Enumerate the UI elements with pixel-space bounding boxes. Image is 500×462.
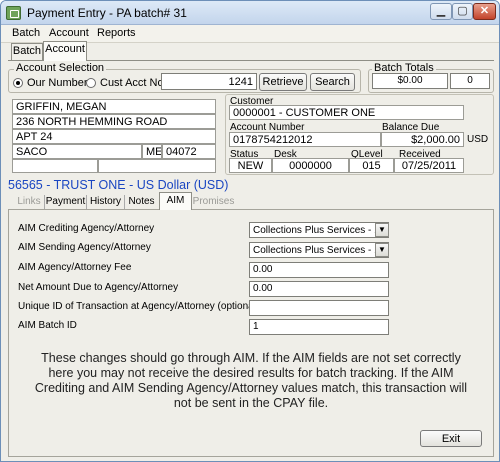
debtor-name: GRIFFIN, MEGAN bbox=[12, 99, 216, 114]
menu-reports[interactable]: Reports bbox=[97, 27, 136, 39]
tab-promises[interactable]: Promises bbox=[192, 195, 235, 209]
received-value: 07/25/2011 bbox=[394, 158, 464, 173]
aim-unique-input[interactable] bbox=[249, 300, 389, 316]
account-selection-legend: Account Selection bbox=[14, 62, 107, 74]
maximize-icon: ▢ bbox=[457, 5, 468, 17]
aim-unique-label: Unique ID of Transaction at Agency/Attor… bbox=[18, 301, 260, 312]
tab-batch[interactable]: Batch bbox=[11, 43, 43, 60]
tab-aim[interactable]: AIM bbox=[159, 192, 192, 210]
batch-total-amount: $0.00 bbox=[372, 73, 448, 89]
aim-sending-select[interactable]: Collections Plus Services - 1 - bbox=[249, 242, 389, 258]
tab-history[interactable]: History bbox=[86, 195, 124, 209]
currency-label: USD bbox=[467, 134, 489, 145]
account-number-value: 0178754212012 bbox=[229, 132, 381, 147]
balance-due-value: $2,000.00 bbox=[381, 132, 464, 147]
aim-net-label: Net Amount Due to Agency/Attorney bbox=[18, 282, 179, 293]
aim-sending-label: AIM Sending Agency/Attorney bbox=[18, 242, 151, 253]
aim-fee-label: AIM Agency/Attorney Fee bbox=[18, 262, 132, 273]
our-number-radio[interactable] bbox=[13, 78, 23, 88]
address-extra-right bbox=[98, 159, 216, 173]
address-extra-left bbox=[12, 159, 98, 173]
aim-crediting-value: Collections Plus Services - 1 - bbox=[253, 225, 386, 236]
status-value: NEW bbox=[229, 158, 272, 173]
desk-value: 0000000 bbox=[272, 158, 349, 173]
window-title: Payment Entry - PA batch# 31 bbox=[27, 6, 187, 20]
minimize-icon: ▁ bbox=[436, 5, 446, 17]
batch-total-count: 0 bbox=[450, 73, 490, 89]
exit-button[interactable]: Exit bbox=[420, 430, 482, 447]
address-zip: 04072 bbox=[162, 144, 216, 159]
aim-crediting-select[interactable]: Collections Plus Services - 1 - bbox=[249, 222, 389, 238]
aim-notice-text: These changes should go through AIM. If … bbox=[34, 351, 468, 410]
aim-batch-label: AIM Batch ID bbox=[18, 320, 77, 331]
chevron-down-icon[interactable]: ▼ bbox=[375, 243, 389, 257]
maximize-button[interactable]: ▢ bbox=[452, 3, 473, 20]
account-number-input[interactable]: 1241 bbox=[161, 73, 257, 90]
tab-notes[interactable]: Notes bbox=[124, 195, 158, 209]
aim-batch-input[interactable]: 1 bbox=[249, 319, 389, 335]
aim-net-input[interactable]: 0.00 bbox=[249, 281, 389, 297]
address-line2: APT 24 bbox=[12, 129, 216, 144]
retrieve-button[interactable]: Retrieve bbox=[259, 73, 307, 91]
menu-batch[interactable]: Batch bbox=[12, 27, 40, 39]
chevron-down-icon[interactable]: ▼ bbox=[375, 223, 389, 237]
account-title: 56565 - TRUST ONE - US Dollar (USD) bbox=[8, 178, 229, 192]
cust-acct-radio[interactable] bbox=[86, 78, 96, 88]
search-button[interactable]: Search bbox=[310, 73, 355, 91]
minimize-button[interactable]: ▁ bbox=[430, 3, 452, 20]
app-icon bbox=[6, 6, 21, 20]
qlevel-value: 015 bbox=[349, 158, 394, 173]
cust-acct-label: Cust Acct No bbox=[100, 77, 164, 89]
address-line1: 236 NORTH HEMMING ROAD bbox=[12, 114, 216, 129]
menu-account[interactable]: Account bbox=[49, 27, 89, 39]
close-icon: ✕ bbox=[479, 5, 490, 17]
tab-links[interactable]: Links bbox=[14, 195, 44, 209]
payment-entry-window: Payment Entry - PA batch# 31 ▁ ▢ ✕ Batch… bbox=[0, 0, 500, 462]
address-city: SACO bbox=[12, 144, 142, 159]
title-bar: Payment Entry - PA batch# 31 ▁ ▢ ✕ bbox=[1, 1, 499, 25]
aim-fee-input[interactable]: 0.00 bbox=[249, 262, 389, 278]
close-button[interactable]: ✕ bbox=[473, 3, 496, 20]
customer-value: 0000001 - CUSTOMER ONE bbox=[229, 105, 464, 120]
aim-crediting-label: AIM Crediting Agency/Attorney bbox=[18, 223, 155, 234]
tab-payment[interactable]: Payment bbox=[44, 195, 86, 209]
tab-account[interactable]: Account bbox=[43, 41, 87, 61]
address-state: ME bbox=[142, 144, 162, 159]
aim-sending-value: Collections Plus Services - 1 - bbox=[253, 245, 386, 256]
our-number-label: Our Number bbox=[27, 77, 88, 89]
